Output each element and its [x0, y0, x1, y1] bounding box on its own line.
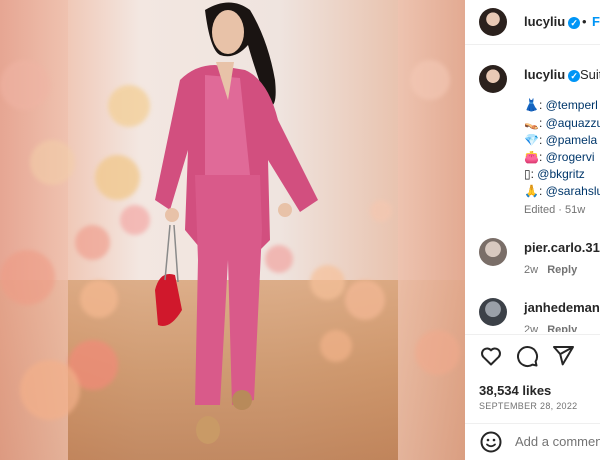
caption-mention: 👡: @aquazzu [524, 116, 600, 130]
post-header: lucyliu✓ • Fo [465, 0, 600, 45]
follow-button[interactable]: Fo [592, 14, 600, 29]
caption-mention: 🙏: @sarahslu [524, 184, 600, 198]
woman-in-pink-suit [155, 2, 318, 444]
reply-button[interactable]: Reply [547, 264, 577, 276]
mention-link[interactable]: @pamela [546, 133, 598, 147]
post-image[interactable] [0, 0, 465, 460]
caption-text: Suit [580, 67, 600, 82]
comment-username[interactable]: janhedemand [524, 300, 600, 315]
bokeh-light [80, 280, 118, 318]
shoe-emoji-icon: 👡 [524, 116, 539, 130]
pray-emoji-icon: 🙏 [524, 184, 539, 198]
commenter-avatar[interactable] [479, 238, 507, 266]
caption-mention: ▯: @bkgritz [524, 167, 585, 181]
post-date[interactable]: SEPTEMBER 28, 2022 [479, 401, 577, 411]
bokeh-light [370, 200, 392, 222]
author-username[interactable]: lucyliu ✓ [524, 14, 581, 29]
mention-link[interactable]: @temperl [546, 98, 598, 112]
comment-composer: Add a commen [465, 423, 600, 460]
caption-meta: Edited · 51w [524, 204, 586, 216]
separator-dot: • [582, 14, 587, 29]
comment-input[interactable]: Add a commen [515, 434, 600, 449]
reply-button[interactable]: Reply [547, 324, 577, 332]
comment-username[interactable]: pier.carlo.31 [524, 240, 600, 255]
share-paperplane-icon[interactable] [551, 344, 575, 368]
bokeh-light [95, 155, 140, 200]
bokeh-light [410, 60, 450, 100]
mention-link[interactable]: @sarahslu [546, 184, 600, 198]
mention-link[interactable]: @aquazzu [546, 116, 600, 130]
post-actions: 38,534 likes SEPTEMBER 28, 2022 Add a co… [465, 334, 600, 460]
author-avatar[interactable] [479, 8, 507, 36]
bokeh-light [345, 280, 385, 320]
like-count[interactable]: 38,534 likes [479, 383, 551, 398]
bokeh-light [0, 250, 55, 305]
caption-mention: 💎: @pamela [524, 133, 598, 147]
bokeh-light [120, 205, 150, 235]
gem-emoji-icon: 💎 [524, 133, 539, 147]
comment-age: 2w [524, 324, 539, 332]
verified-icon: ✓ [568, 16, 581, 29]
comment-bubble-icon[interactable] [515, 344, 539, 368]
bokeh-light [75, 225, 110, 260]
emoji-smiley-icon[interactable] [479, 430, 503, 454]
bokeh-light [415, 330, 460, 375]
comment-meta: 2w Reply [524, 324, 577, 332]
phone-emoji-icon: ▯ [524, 167, 531, 181]
comment-age: 2w [524, 264, 539, 276]
verified-icon: ✓ [568, 69, 581, 82]
comment-meta: 2w Reply [524, 264, 577, 276]
bokeh-light [108, 85, 150, 127]
mention-link[interactable]: @rogervi [546, 150, 595, 164]
caption-username[interactable]: lucyliu ✓ [524, 67, 581, 82]
like-heart-icon[interactable] [479, 344, 503, 368]
bokeh-light [0, 60, 50, 110]
purse-emoji-icon: 👛 [524, 150, 539, 164]
caption-avatar[interactable] [479, 65, 507, 93]
dress-emoji-icon: 👗 [524, 98, 539, 112]
edited-label: Edited [524, 204, 556, 216]
commenter-avatar[interactable] [479, 298, 507, 326]
caption-age: 51w [564, 204, 586, 216]
bokeh-light [20, 360, 80, 420]
caption-mention: 👗: @temperl [524, 98, 598, 112]
post-sidebar: lucyliu✓ • Fo lucyliu✓ Suit 👗: @temperl … [465, 0, 600, 460]
bokeh-light [30, 140, 75, 185]
mention-link[interactable]: @bkgritz [537, 167, 585, 181]
caption-mention: 👛: @rogervi [524, 150, 595, 164]
